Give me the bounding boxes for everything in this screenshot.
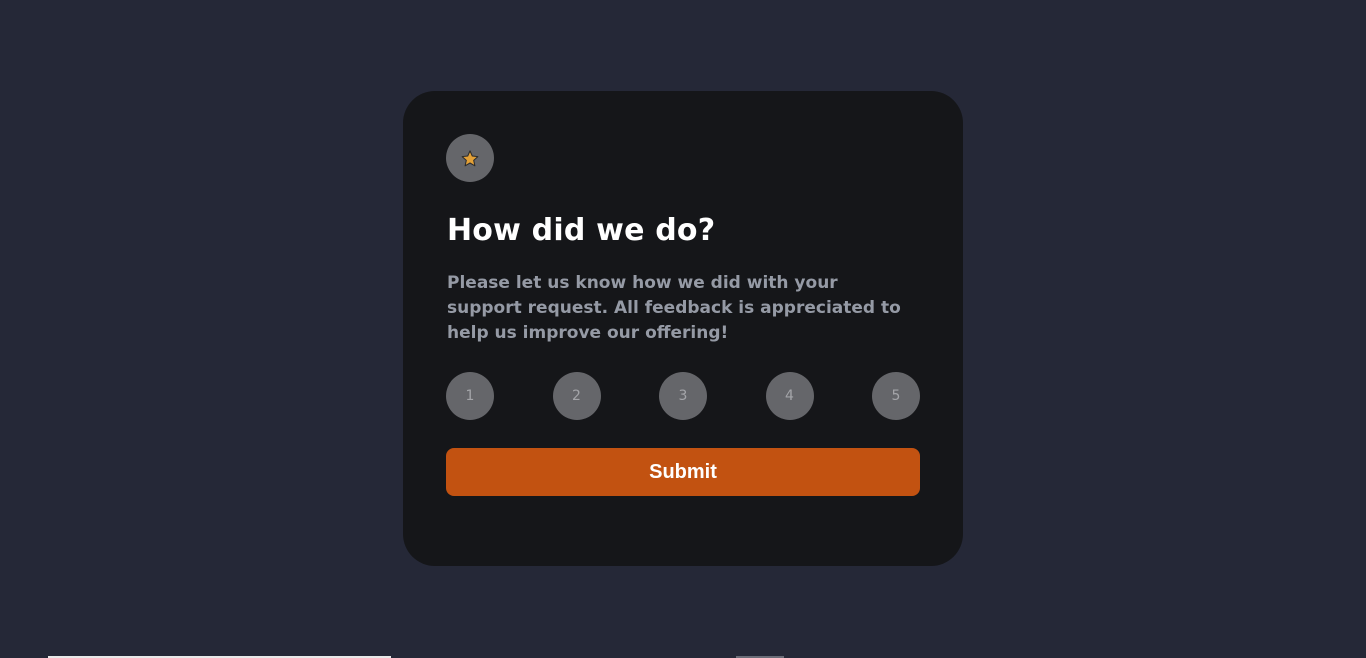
rating-button-4[interactable]: 4 <box>765 372 814 420</box>
rating-button-5[interactable]: 5 <box>872 372 920 420</box>
star-icon <box>461 149 479 166</box>
rating-button-1[interactable]: 1 <box>446 372 494 420</box>
card-title: How did we do? <box>447 213 716 248</box>
rating-card: How did we do? Please let us know how we… <box>403 91 963 566</box>
rating-button-2[interactable]: 2 <box>552 372 601 420</box>
star-badge <box>446 134 494 182</box>
rating-options: 1 2 3 4 5 <box>446 372 920 420</box>
submit-button[interactable]: Submit <box>446 448 920 496</box>
rating-button-3[interactable]: 3 <box>659 372 707 420</box>
card-description: Please let us know how we did with your … <box>447 273 901 343</box>
